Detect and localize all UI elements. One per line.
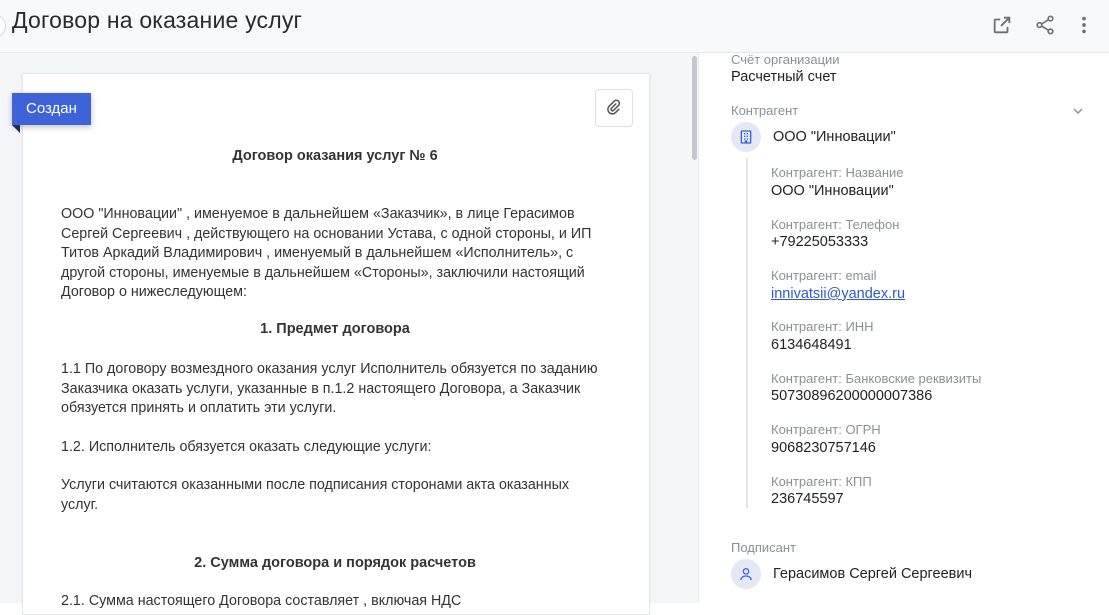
field-value-bank: 50730896200000007386 xyxy=(771,388,933,404)
more-vertical-icon[interactable] xyxy=(1069,10,1099,40)
account-value: Расчетный счет xyxy=(731,69,837,85)
external-link-icon[interactable] xyxy=(987,10,1017,40)
field-value-ogrn: 9068230757146 xyxy=(771,440,876,456)
fields-divider xyxy=(746,158,748,508)
field-label-phone: Контрагент: Телефон xyxy=(771,217,900,232)
section-2-title: 2. Сумма договора и порядок расчетов xyxy=(194,555,476,571)
document-scrollbar[interactable] xyxy=(692,56,697,160)
document-intro: ООО "Инновации" , именуемое в дальнейшем… xyxy=(61,206,592,300)
field-label-bank: Контрагент: Банковские реквизиты xyxy=(771,371,982,386)
document-title: Договор оказания услуг № 6 xyxy=(232,148,438,164)
counterparty-name[interactable]: ООО "Инновации" xyxy=(773,129,896,145)
paragraph-1-1: 1.1 По договору возмездного оказания усл… xyxy=(61,361,598,416)
page-title: Договор на оказание услуг xyxy=(12,7,303,33)
paragraph-2-1: 2.1. Сумма настоящего Договора составляе… xyxy=(61,593,462,609)
field-value-email[interactable]: innivatsii@yandex.ru xyxy=(771,286,905,302)
paragraph-services: Услуги считаются оказанными после подпис… xyxy=(61,477,570,513)
counterparty-label: Контрагент xyxy=(731,103,799,118)
chevron-down-icon[interactable] xyxy=(1070,103,1086,119)
section-1-title: 1. Предмет договора xyxy=(260,321,410,337)
field-label-name: Контрагент: Название xyxy=(771,165,904,180)
field-label-ogrn: Контрагент: ОГРН xyxy=(771,422,881,437)
paragraph-1-2: 1.2. Исполнитель обязуется оказать следу… xyxy=(61,439,432,455)
attach-button[interactable] xyxy=(595,89,633,127)
field-label-email: Контрагент: email xyxy=(771,268,877,283)
signer-name[interactable]: Герасимов Сергей Сергеевич xyxy=(773,566,972,582)
field-value-phone: +79225053333 xyxy=(771,234,869,250)
share-icon[interactable] xyxy=(1030,10,1060,40)
account-label: Счёт организации xyxy=(731,52,840,67)
field-value-name: ООО "Инновации" xyxy=(771,183,894,199)
field-value-inn: 6134648491 xyxy=(771,337,852,353)
person-icon xyxy=(731,559,761,589)
paperclip-icon xyxy=(607,99,621,115)
building-icon xyxy=(731,122,761,152)
field-label-kpp: Контрагент: КПП xyxy=(771,474,872,489)
field-label-inn: Контрагент: ИНН xyxy=(771,319,874,334)
status-badge: Создан xyxy=(12,93,91,125)
status-badge-tail xyxy=(12,125,20,133)
signer-label: Подписант xyxy=(731,540,797,555)
sidebar-toggle[interactable] xyxy=(0,14,6,38)
field-value-kpp: 236745597 xyxy=(771,491,844,507)
details-pane xyxy=(700,53,1109,603)
page-header: Договор на оказание услуг xyxy=(0,0,1109,53)
